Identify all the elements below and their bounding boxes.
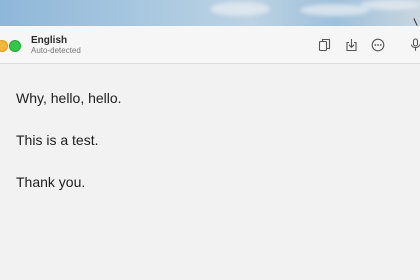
text-line: Why, hello, hello.: [16, 90, 122, 106]
zoom-button[interactable]: [9, 40, 21, 52]
copy-button[interactable]: [316, 37, 332, 53]
pointer-cursor: [413, 18, 418, 26]
desktop-wallpaper: [0, 0, 420, 28]
text-line: This is a test.: [16, 132, 99, 148]
title-bar: English Auto-detected: [0, 26, 420, 64]
minimize-button[interactable]: [0, 40, 8, 52]
translate-window: English Auto-detected Why, hello, hello.…: [0, 26, 420, 280]
microphone-icon: [410, 38, 420, 51]
language-status: Auto-detected: [31, 46, 81, 55]
more-button[interactable]: [370, 37, 386, 53]
download-button[interactable]: [343, 37, 359, 53]
text-line: Thank you.: [16, 174, 86, 190]
microphone-button[interactable]: [407, 37, 420, 53]
download-icon: [345, 39, 357, 52]
language-label[interactable]: English: [31, 35, 67, 46]
more-icon: [371, 38, 385, 52]
copy-icon: [318, 38, 330, 52]
